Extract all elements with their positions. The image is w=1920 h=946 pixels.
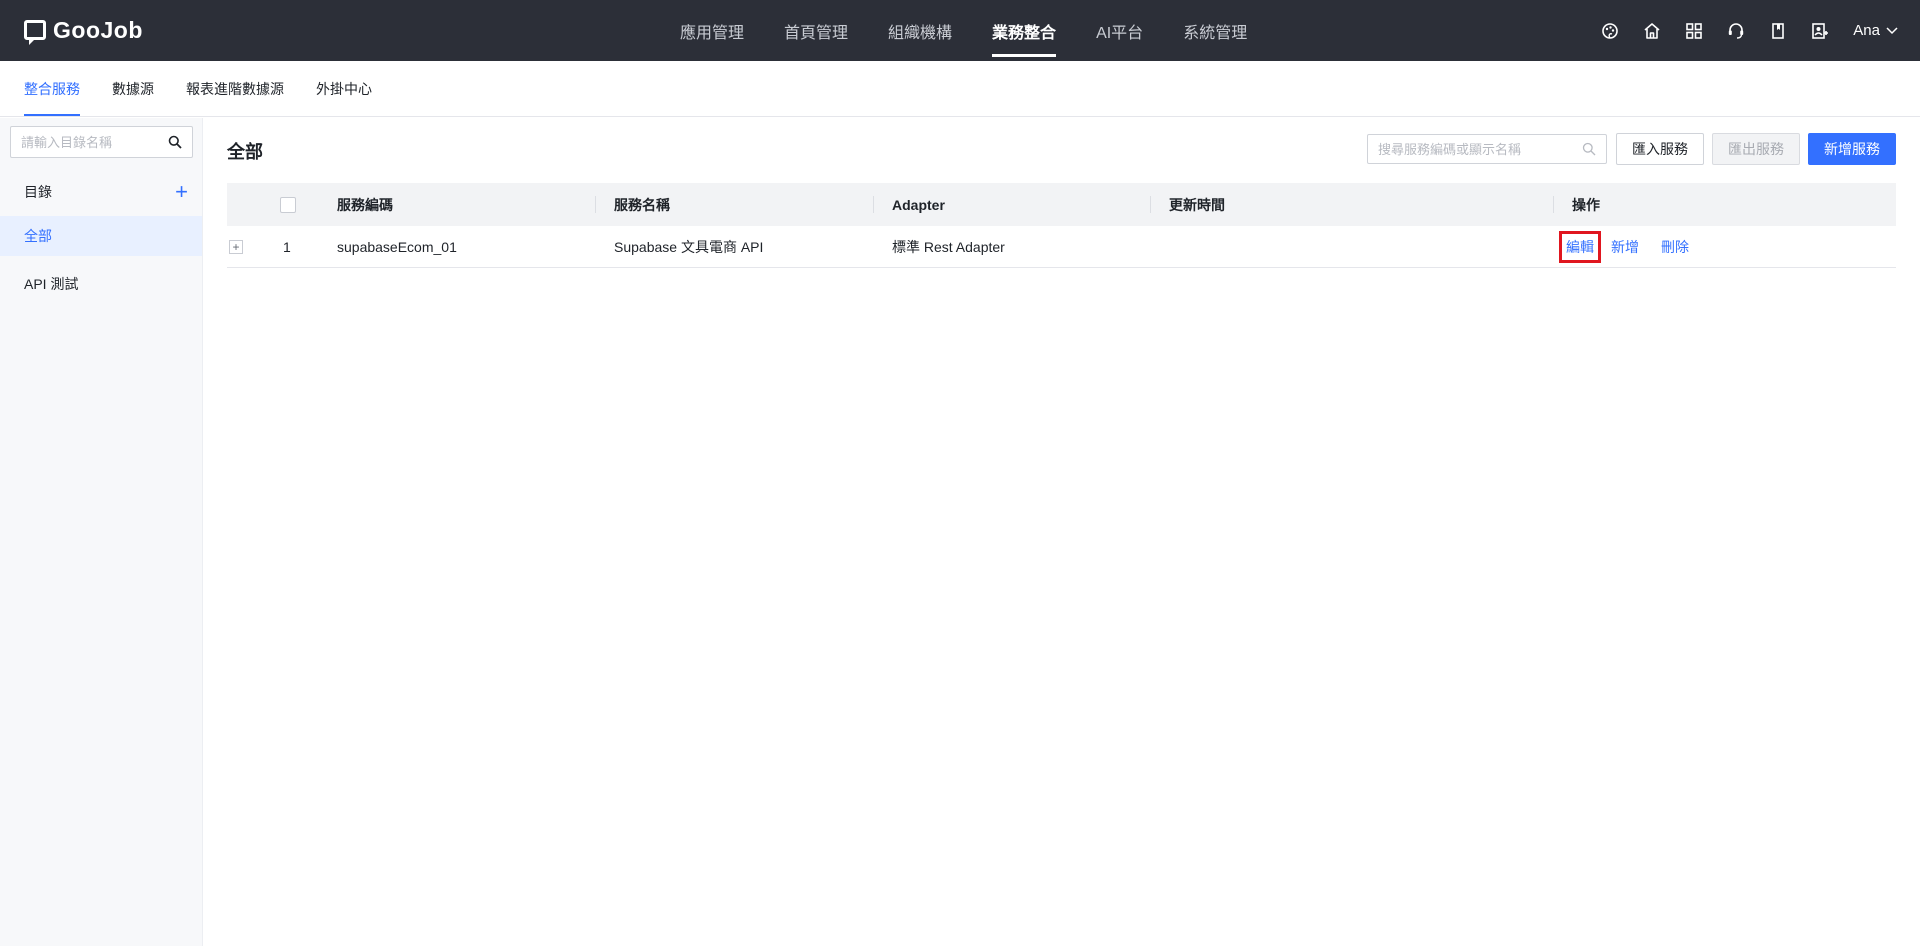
edit-link[interactable]: 編輯 [1559, 230, 1601, 263]
tab-data-sources[interactable]: 數據源 [112, 61, 154, 116]
logo-text: GooJob [53, 16, 143, 43]
main-toolbar: 匯入服務 匯出服務 新增服務 [1367, 133, 1896, 165]
column-divider [1150, 196, 1151, 213]
support-icon[interactable] [1727, 22, 1745, 40]
cell-service-name: Supabase 文具電商 API [614, 238, 764, 255]
main-nav-item-homepage-management[interactable]: 首頁管理 [764, 0, 868, 61]
import-service-button[interactable]: 匯入服務 [1616, 133, 1704, 165]
home-icon[interactable] [1643, 22, 1661, 40]
column-header-code[interactable]: 服務編碼 [337, 183, 393, 226]
tab-plugin-center[interactable]: 外掛中心 [316, 61, 372, 116]
user-add-icon[interactable] [1811, 22, 1829, 40]
chevron-down-icon [1886, 26, 1898, 34]
column-header-actions: 操作 [1572, 196, 1600, 213]
column-divider [595, 196, 596, 213]
select-all-checkbox[interactable] [280, 196, 296, 213]
main-nav-item-business-integration[interactable]: 業務整合 [972, 0, 1076, 61]
main-nav-item-ai-platform[interactable]: AI平台 [1076, 0, 1163, 61]
column-divider [1553, 196, 1554, 213]
expand-row-icon[interactable]: + [229, 239, 243, 254]
main-nav: 應用管理 首頁管理 組織機構 業務整合 AI平台 系統管理 [660, 0, 1267, 61]
row-actions: 編輯 新增 刪除 [1559, 226, 1689, 267]
search-icon[interactable] [168, 135, 182, 149]
user-menu[interactable]: Ana [1853, 22, 1898, 39]
catalog-title: 目錄 [24, 184, 52, 200]
top-bar: GooJob 應用管理 首頁管理 組織機構 業務整合 AI平台 系統管理 Ana [0, 0, 1920, 61]
tab-report-advanced-data-sources[interactable]: 報表進階數據源 [186, 61, 284, 116]
sidebar-item-all[interactable]: 全部 [0, 216, 202, 256]
add-link[interactable]: 新增 [1611, 237, 1639, 257]
tab-integration-services[interactable]: 整合服務 [24, 61, 80, 116]
user-name: Ana [1853, 22, 1880, 39]
column-header-name[interactable]: 服務名稱 [614, 183, 670, 226]
export-service-button[interactable]: 匯出服務 [1712, 133, 1800, 165]
logo-icon [24, 20, 46, 45]
sub-nav: 整合服務 數據源 報表進階數據源 外掛中心 [0, 61, 1920, 117]
main-nav-item-organization[interactable]: 組織機構 [868, 0, 972, 61]
delete-link[interactable]: 刪除 [1661, 237, 1689, 257]
logo[interactable]: GooJob [24, 16, 143, 45]
catalog-header: 目錄 + [0, 170, 202, 214]
main-nav-item-system-management[interactable]: 系統管理 [1163, 0, 1267, 61]
sidebar-item-api-test[interactable]: API 測試 [0, 264, 202, 304]
table-header: 服務編碼 服務名稱 Adapter 更新時間 操作 [227, 183, 1896, 226]
catalog-search-input[interactable] [21, 134, 168, 150]
add-catalog-icon[interactable]: + [175, 181, 188, 203]
service-search-input[interactable] [1378, 141, 1582, 157]
apps-grid-icon[interactable] [1685, 22, 1703, 40]
search-icon[interactable] [1582, 142, 1596, 156]
palette-icon[interactable] [1601, 22, 1619, 40]
service-search [1367, 134, 1607, 164]
sidebar: 目錄 + 全部 API 測試 [0, 118, 203, 946]
services-table: 服務編碼 服務名稱 Adapter 更新時間 操作 + 1 supabaseEc… [227, 183, 1896, 268]
column-header-updated[interactable]: 更新時間 [1169, 183, 1225, 226]
table-row: + 1 supabaseEcom_01 Supabase 文具電商 API 標準… [227, 226, 1896, 268]
cell-adapter: 標準 Rest Adapter [892, 238, 1005, 255]
column-divider [873, 196, 874, 213]
catalog-search [10, 126, 193, 158]
page-title: 全部 [227, 142, 263, 162]
column-header-adapter[interactable]: Adapter [892, 183, 945, 226]
row-index: 1 [283, 238, 291, 255]
top-right-toolbar: Ana [1601, 0, 1898, 61]
cell-service-code: supabaseEcom_01 [337, 238, 457, 255]
main-nav-item-app-management[interactable]: 應用管理 [660, 0, 764, 61]
book-icon[interactable] [1769, 22, 1787, 40]
add-service-button[interactable]: 新增服務 [1808, 133, 1896, 165]
